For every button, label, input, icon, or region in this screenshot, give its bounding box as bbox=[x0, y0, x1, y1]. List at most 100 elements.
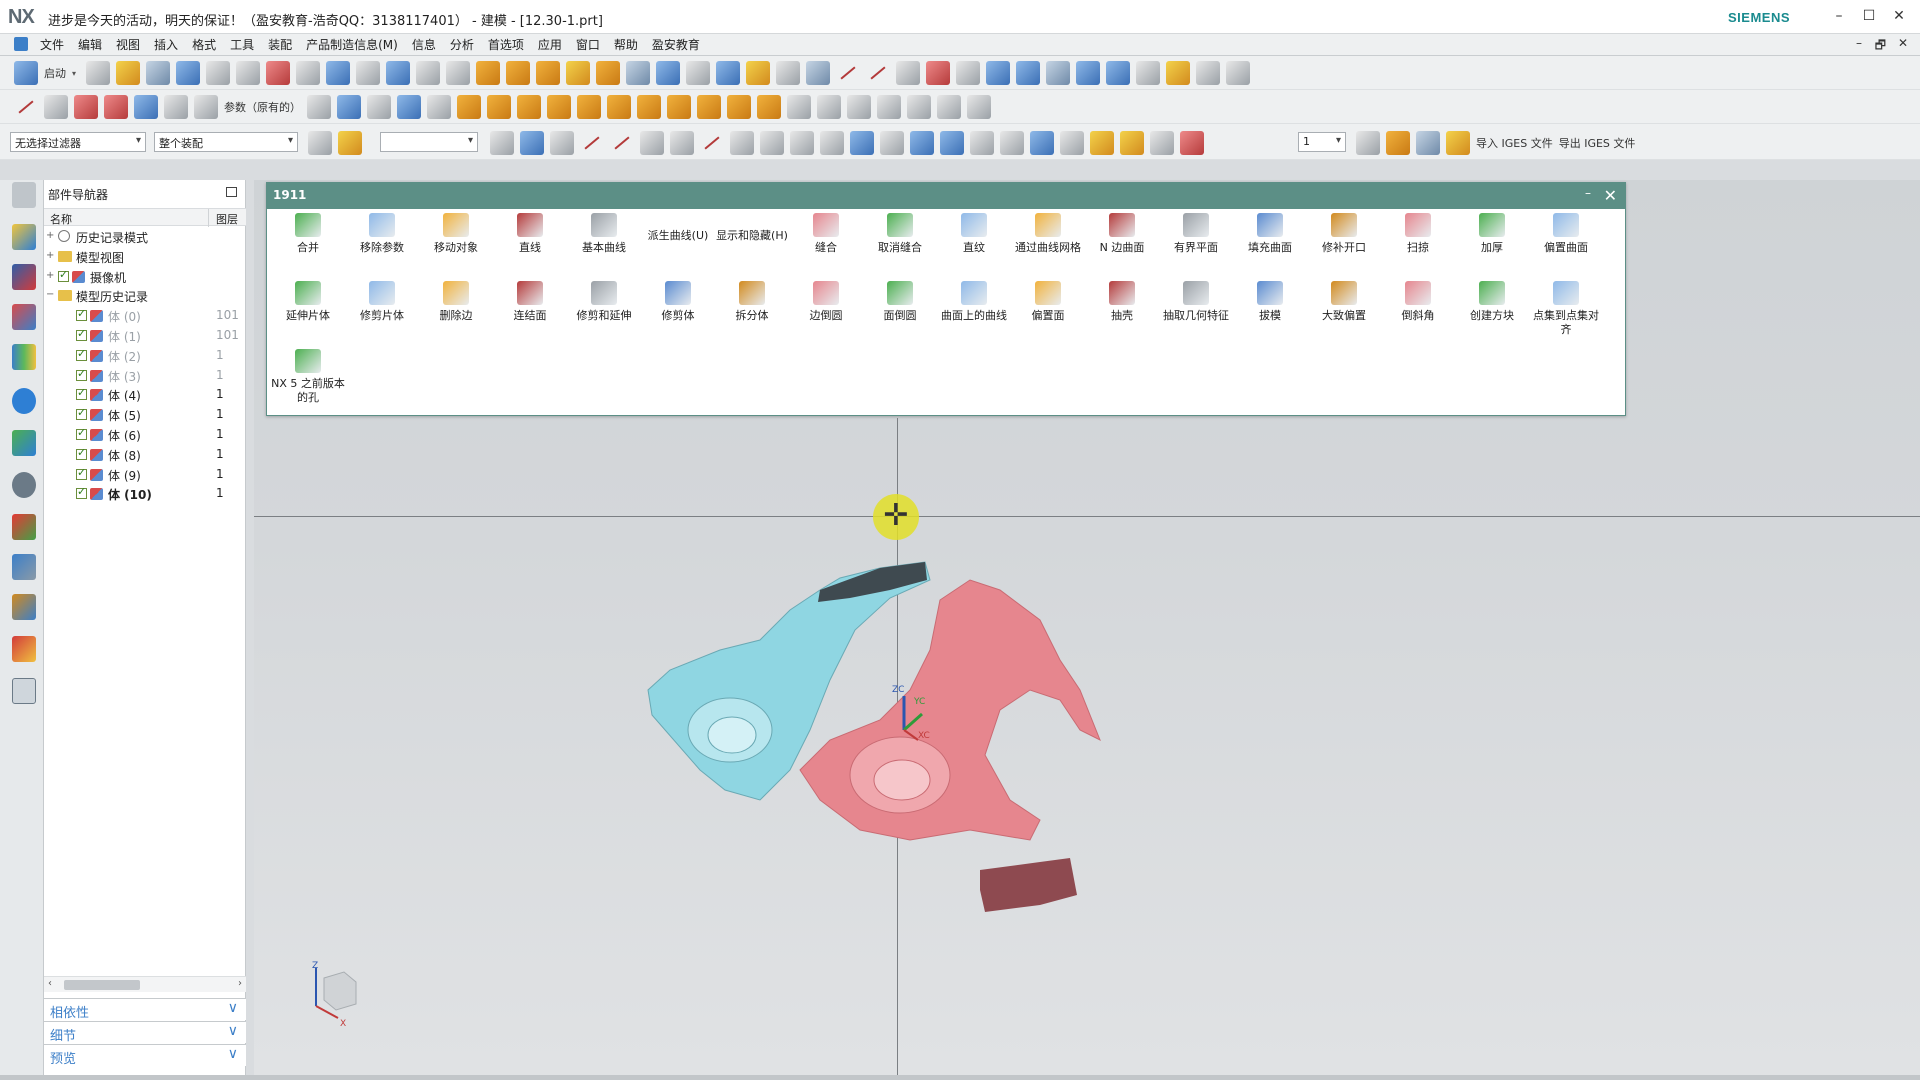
list-icon[interactable] bbox=[12, 678, 36, 704]
menu-application[interactable]: 应用 bbox=[532, 37, 568, 53]
face-icon[interactable] bbox=[74, 95, 98, 119]
feature-selection-icon[interactable] bbox=[338, 131, 362, 155]
patch-icon[interactable] bbox=[697, 95, 721, 119]
expand-toggle-icon[interactable]: + bbox=[46, 250, 54, 261]
menu-pmi[interactable]: 产品制造信息(M) bbox=[300, 37, 404, 53]
mold-icon[interactable] bbox=[986, 61, 1010, 85]
plane-icon[interactable] bbox=[806, 61, 830, 85]
visibility-checkbox[interactable] bbox=[76, 406, 87, 421]
mesh-icon[interactable] bbox=[134, 95, 158, 119]
dialog-command-button[interactable]: 创建方块 bbox=[1455, 281, 1529, 343]
export-iges-label[interactable]: 导出 IGES 文件 bbox=[1559, 135, 1636, 151]
menu-window[interactable]: 窗口 bbox=[570, 37, 606, 53]
control-point-icon[interactable] bbox=[640, 131, 664, 155]
wcs-dynamic-icon[interactable] bbox=[940, 131, 964, 155]
dialog-command-button[interactable]: 修剪和延伸 bbox=[567, 281, 641, 343]
arc-icon[interactable] bbox=[866, 61, 890, 85]
dialog-command-button[interactable]: 修补开口 bbox=[1307, 213, 1381, 275]
globe-icon[interactable] bbox=[1446, 131, 1470, 155]
dialog-command-button[interactable]: 扫掠 bbox=[1381, 213, 1455, 275]
dialog-command-button[interactable]: 抽取几何特征 bbox=[1159, 281, 1233, 343]
surface-icon[interactable] bbox=[104, 95, 128, 119]
assembly-navigator-icon[interactable] bbox=[12, 224, 36, 250]
start-icon[interactable] bbox=[14, 61, 38, 85]
manufacturing-wizard-icon[interactable] bbox=[12, 594, 36, 620]
dialog-command-button[interactable]: 大致偏置 bbox=[1307, 281, 1381, 343]
dialog-command-button[interactable]: 延伸片体 bbox=[271, 281, 345, 343]
block-icon[interactable] bbox=[536, 61, 560, 85]
trimetric-view-icon[interactable] bbox=[326, 61, 350, 85]
thicken-icon[interactable] bbox=[667, 95, 691, 119]
gear-icon[interactable] bbox=[12, 182, 36, 208]
mdi-minimize-button[interactable]: – bbox=[1856, 36, 1862, 50]
measure-distance-icon[interactable] bbox=[1060, 131, 1084, 155]
sketch-icon[interactable] bbox=[416, 61, 440, 85]
pink-part-hole[interactable] bbox=[873, 759, 931, 801]
dialog-command-button[interactable]: 拆分体 bbox=[715, 281, 789, 343]
system-materials-icon[interactable] bbox=[12, 514, 36, 540]
end-point-icon[interactable] bbox=[580, 131, 604, 155]
expand-toggle-icon[interactable]: − bbox=[46, 289, 54, 300]
visibility-checkbox[interactable] bbox=[76, 485, 87, 500]
navigator-row[interactable]: 体 (0) 101 bbox=[44, 306, 246, 326]
dialog-command-button[interactable]: NX 5 之前版本的孔 bbox=[271, 349, 345, 411]
copy-to-layer-icon[interactable] bbox=[1180, 131, 1204, 155]
info-icon[interactable] bbox=[12, 388, 36, 414]
dialog-command-button[interactable]: 删除边 bbox=[419, 281, 493, 343]
save-icon[interactable] bbox=[146, 61, 170, 85]
offset-curve-icon[interactable] bbox=[337, 95, 361, 119]
assembly-icon[interactable] bbox=[1016, 61, 1040, 85]
wcs-origin-icon[interactable] bbox=[970, 131, 994, 155]
navigator-row[interactable]: 体 (9) 1 bbox=[44, 465, 246, 485]
navigator-row[interactable]: + 摄像机 bbox=[44, 267, 246, 287]
show-hide-icon[interactable] bbox=[1356, 131, 1380, 155]
dialog-command-button[interactable]: 派生曲线(U) bbox=[641, 213, 715, 275]
line-icon[interactable] bbox=[14, 95, 38, 119]
dialog-command-button[interactable]: 填充曲面 bbox=[1233, 213, 1307, 275]
curve-icon[interactable] bbox=[164, 95, 188, 119]
mdi-restore-button[interactable]: 🗗 bbox=[1875, 36, 1886, 57]
chevron-down-icon[interactable]: ∨ bbox=[228, 1023, 238, 1039]
navigator-row[interactable]: 体 (6) 1 bbox=[44, 425, 246, 445]
preview-label[interactable]: 预览 bbox=[50, 1048, 76, 1067]
through-curves-icon[interactable] bbox=[487, 95, 511, 119]
navigator-row[interactable]: 体 (2) 1 bbox=[44, 346, 246, 366]
navigator-row[interactable]: 体 (5) 1 bbox=[44, 405, 246, 425]
intersection-curve-icon[interactable] bbox=[817, 95, 841, 119]
work-coordinate-system[interactable]: ZC YC XC bbox=[890, 682, 940, 742]
layer-settings-icon[interactable] bbox=[1136, 61, 1160, 85]
mdi-close-button[interactable]: ✕ bbox=[1898, 36, 1908, 50]
offset-face-icon[interactable] bbox=[716, 61, 740, 85]
fillet-curve-icon[interactable] bbox=[907, 95, 931, 119]
menu-view[interactable]: 视图 bbox=[110, 37, 146, 53]
feature-group-icon[interactable] bbox=[566, 61, 590, 85]
sew-icon[interactable] bbox=[547, 95, 571, 119]
dialog-command-button[interactable]: 面倒圆 bbox=[863, 281, 937, 343]
visibility-checkbox[interactable] bbox=[76, 446, 87, 460]
navigator-row[interactable]: 体 (8) 1 bbox=[44, 445, 246, 465]
split-body-icon[interactable] bbox=[727, 95, 751, 119]
visibility-checkbox[interactable] bbox=[76, 386, 87, 401]
dialog-command-button[interactable]: 拔模 bbox=[1233, 281, 1307, 343]
draft-icon[interactable] bbox=[746, 61, 770, 85]
chevron-down-icon[interactable]: ▾ bbox=[72, 69, 80, 78]
import-iges-label[interactable]: 导入 IGES 文件 bbox=[1476, 135, 1553, 151]
roles-icon[interactable] bbox=[12, 636, 36, 662]
expand-toggle-icon[interactable]: + bbox=[46, 270, 54, 281]
menu-file[interactable]: 文件 bbox=[34, 37, 70, 53]
open-folder-icon[interactable] bbox=[116, 61, 140, 85]
pink-part-tab[interactable] bbox=[980, 858, 1077, 912]
color-palette-icon[interactable] bbox=[1386, 131, 1410, 155]
bounded-plane-icon[interactable] bbox=[457, 95, 481, 119]
visibility-checkbox[interactable] bbox=[76, 367, 87, 381]
menu-insert[interactable]: 插入 bbox=[148, 37, 184, 53]
work-layer-dropdown[interactable]: 1 bbox=[1298, 132, 1346, 152]
constraint-navigator-icon[interactable] bbox=[12, 264, 36, 290]
dialog-command-button[interactable]: N 边曲面 bbox=[1085, 213, 1159, 275]
snap-point-icon[interactable] bbox=[520, 131, 544, 155]
chevron-down-icon[interactable]: ∨ bbox=[228, 1000, 238, 1016]
pattern-icon[interactable] bbox=[626, 61, 650, 85]
ruled-icon[interactable] bbox=[517, 95, 541, 119]
navigator-row[interactable]: 体 (10) 1 bbox=[44, 484, 246, 504]
fit-view-icon[interactable] bbox=[266, 61, 290, 85]
